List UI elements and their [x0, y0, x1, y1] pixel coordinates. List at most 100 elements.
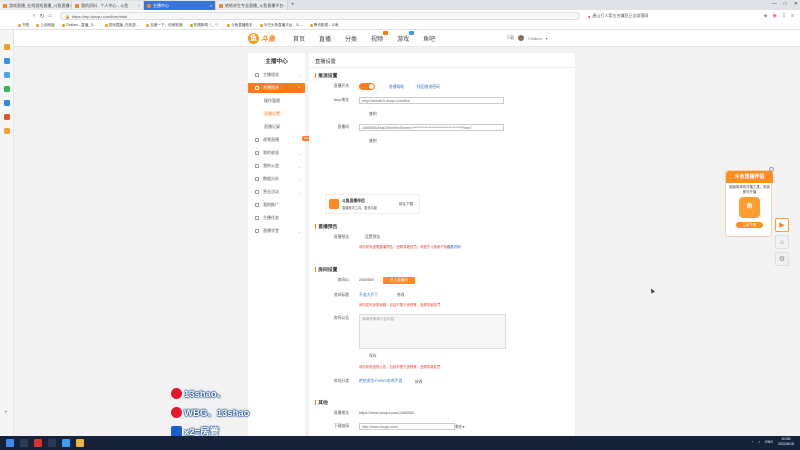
chevron-down-icon[interactable]: ▾	[546, 36, 548, 41]
bookmark-item[interactable]: Chdken - 直播_斗…	[61, 23, 98, 28]
browser-tab[interactable]: 游戏直播_在线游戏直播_斗鱼直播 ×	[0, 1, 72, 10]
new-tab-button[interactable]: +	[291, 1, 295, 10]
nav-yuba[interactable]: 鱼吧	[423, 34, 435, 43]
sidebar-item-label: 营业活动	[263, 189, 279, 194]
notice-help-link[interactable]: 查看说明	[447, 244, 461, 249]
bookmark-item[interactable]: 百度一下，你就知道	[146, 23, 183, 28]
close-tab-icon[interactable]: ×	[210, 3, 212, 8]
game-center-icon[interactable]	[4, 114, 10, 120]
recover-key-link[interactable]: 找回推流密码	[417, 85, 440, 90]
browser-tab[interactable]: 主播中心 ×	[144, 1, 216, 10]
clock[interactable]: 20:55 2022/6/16	[778, 437, 794, 446]
home-tool-icon[interactable]: ⌂	[775, 235, 789, 249]
network-icon[interactable]: ◔	[751, 440, 753, 444]
volume-icon[interactable]: ♪	[758, 440, 760, 444]
browser-tab[interactable]: 绝地求生专业直播_斗鱼直播平台 ×	[216, 1, 288, 10]
settings-icon[interactable]: ⚙	[775, 252, 789, 266]
video-icon[interactable]	[4, 72, 10, 78]
close-tab-icon[interactable]: ×	[283, 3, 285, 8]
set-notice-button[interactable]: 设置预告	[365, 235, 380, 240]
sidebar-item-promotion[interactable]: 我的推广	[248, 200, 305, 210]
save-intro-button[interactable]: 保存	[369, 354, 377, 359]
browser-search-box[interactable]: ● 唐山打人案五名嫌犯已全部落网	[588, 12, 698, 20]
back-icon[interactable]: ‹	[30, 13, 38, 19]
nav-home[interactable]: 首页	[293, 34, 305, 43]
wechat-icon[interactable]	[4, 86, 10, 92]
sidebar-item-video[interactable]: 视频直播 NEW	[248, 135, 313, 145]
mail-icon[interactable]	[4, 100, 10, 106]
windows-start-icon[interactable]	[6, 439, 14, 447]
bookmark-item[interactable]: 今日头条直播平台 - 斗…	[259, 23, 303, 28]
add-icon[interactable]: +	[4, 410, 10, 416]
sidebar-subitem-records[interactable]: 直播记录	[248, 122, 305, 132]
sidebar-item-tasks[interactable]: 主播任务	[248, 213, 305, 223]
sidebar-item-activity[interactable]: 营业活动 ⌄	[248, 187, 305, 197]
address-bar[interactable]: 🔒 https://mp.douyu.com/live/main	[60, 12, 580, 20]
home-icon[interactable]: ⌂	[46, 13, 54, 19]
browser-app-icon[interactable]	[62, 439, 70, 447]
bookmark-item[interactable]: 游戏直播_在线游…	[104, 23, 139, 28]
close-window-icon[interactable]: ✕	[794, 1, 798, 7]
nav-game[interactable]: 游戏	[397, 31, 415, 43]
search-icon[interactable]	[20, 439, 28, 447]
room-intro-textarea[interactable]: 请填写房间公告内容	[359, 314, 506, 349]
nav-video[interactable]: 视频	[371, 31, 389, 43]
chat-app-icon[interactable]	[48, 439, 56, 447]
copy-rtmp-button[interactable]: 复制	[369, 112, 377, 117]
badge-icon	[171, 425, 182, 437]
bookmark-item[interactable]: 书签	[18, 23, 29, 28]
bookmark-item[interactable]: 热搜新闻（-_^）	[189, 23, 220, 28]
rtmp-address-field[interactable]: rtmp://sendtc3.douyu.com/live	[359, 97, 504, 104]
sidebar-subitem-manage[interactable]: 操作管理	[248, 96, 305, 106]
menu-icon[interactable]: ≡	[791, 13, 794, 19]
explorer-app-icon[interactable]	[76, 439, 84, 447]
live-help-link[interactable]: 直播帮助	[389, 85, 404, 90]
live-switch-toggle[interactable]	[359, 83, 375, 90]
promo-download-button[interactable]: 前往下载	[394, 201, 418, 208]
sidebar-subitem-settings[interactable]: 直播设置	[248, 109, 305, 119]
nav-live[interactable]: 直播	[319, 34, 331, 43]
bookmark-item[interactable]: 腾讯影视 - 斗鱼	[309, 23, 339, 28]
reload-icon[interactable]: ↻	[38, 13, 46, 20]
sidebar-item-data[interactable]: 数据分析 ⌄	[248, 174, 305, 184]
avatar[interactable]	[518, 35, 524, 41]
weibo-icon[interactable]	[4, 58, 10, 64]
sidebar-item-income[interactable]: 我的收益 ⌄	[248, 148, 305, 158]
enter-room-button[interactable]: 进入直播间	[383, 277, 415, 284]
nav-category[interactable]: 分类	[345, 34, 357, 43]
chevron-down-icon: ⌄	[297, 150, 301, 156]
download-icon[interactable]: ⇩	[782, 13, 786, 19]
bookmark-item[interactable]: 上京网盘	[36, 23, 55, 28]
favorites-icon[interactable]	[4, 44, 10, 50]
username[interactable]: Chdken	[528, 36, 542, 41]
record-app-icon[interactable]	[34, 439, 42, 447]
game-icon[interactable]: ◉	[773, 13, 777, 19]
language-indicator[interactable]: ENG	[765, 440, 773, 444]
edit-category-button[interactable]: 修改	[415, 380, 423, 385]
close-tab-icon[interactable]: ×	[138, 3, 140, 8]
page-title: 直播设置	[315, 59, 336, 65]
sidebar-item-anchor[interactable]: 主播相关 ⌄	[248, 70, 305, 80]
note-icon[interactable]	[4, 128, 10, 134]
download-link-field[interactable]: http://www.douyu.com/	[359, 423, 455, 430]
sidebar-item-label: 直播学堂	[263, 228, 279, 233]
copy-code-button[interactable]: 复制	[369, 139, 377, 144]
tab-title: 绝地求生专业直播_斗鱼直播平台	[225, 2, 284, 8]
download-link-label: 下载链接	[333, 424, 349, 428]
edit-name-button[interactable]: 修改	[397, 293, 405, 298]
maximize-icon[interactable]: □	[784, 1, 787, 7]
extension-icon[interactable]: ◈	[764, 13, 768, 19]
download-link[interactable]: 下载	[506, 35, 514, 41]
douyu-logo[interactable]: 鱼 斗鱼	[248, 33, 275, 44]
stream-code-field[interactable]: 2465555rZeaD5imnTenSecret=**************…	[359, 124, 504, 131]
play-icon[interactable]: ▶	[775, 218, 789, 232]
close-icon[interactable]: ×	[769, 167, 774, 172]
download-type-select[interactable]: 美化▾	[455, 424, 465, 430]
bookmark-item[interactable]: 斗鱼直播助手	[227, 23, 253, 28]
sidebar-item-guild[interactable]: 我的公会 ⌄	[248, 161, 305, 171]
browser-tab[interactable]: 我的资料 - 个人中心 - 斗鱼 ×	[72, 1, 144, 10]
sidebar-item-live[interactable]: 直播相关 ⌃	[248, 83, 305, 93]
ad-download-button[interactable]: 立即下载	[736, 222, 763, 228]
sidebar-item-school[interactable]: 直播学堂 ⌄	[248, 226, 305, 236]
minimize-icon[interactable]: —	[772, 1, 777, 7]
